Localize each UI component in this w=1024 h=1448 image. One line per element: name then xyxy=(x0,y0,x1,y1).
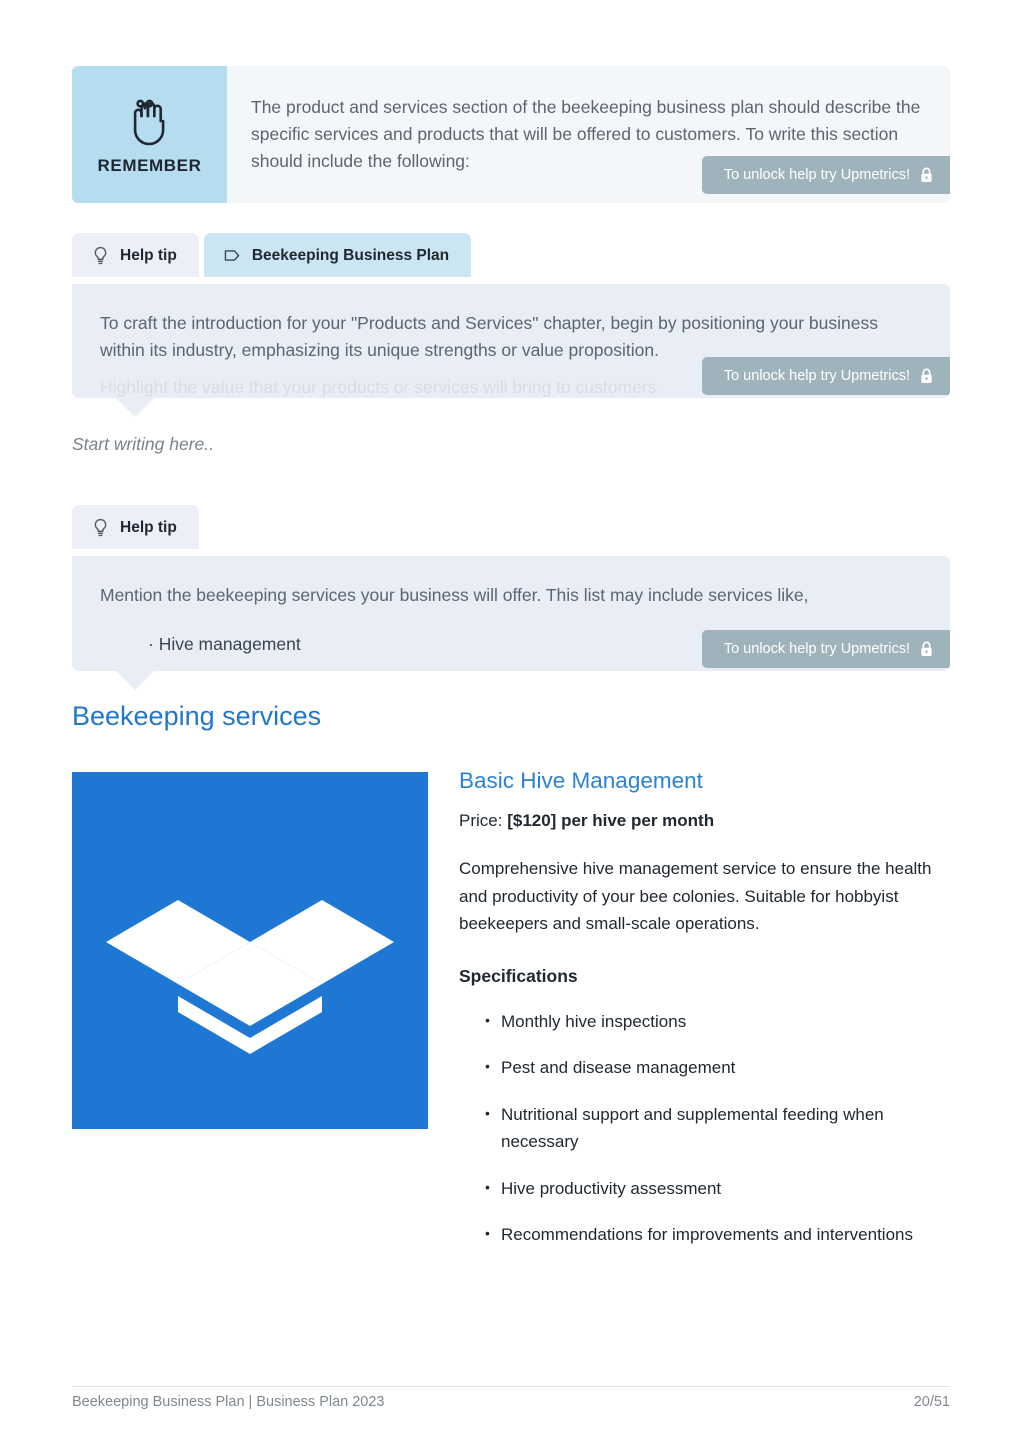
tag-icon xyxy=(224,250,240,261)
lock-icon xyxy=(921,641,932,656)
document-page: REMEMBER The product and services sectio… xyxy=(0,0,1024,1448)
service-price-label: Price: xyxy=(459,811,503,830)
list-item: Monthly hive inspections xyxy=(485,1007,946,1036)
page-title: Beekeeping services xyxy=(72,701,322,731)
unlock-badge[interactable]: To unlock help try Upmetrics! xyxy=(701,156,950,194)
list-item: Pest and disease management xyxy=(485,1053,946,1082)
tip-one-panel: To craft the introduction for your "Prod… xyxy=(72,284,950,417)
unlock-badge[interactable]: To unlock help try Upmetrics! xyxy=(701,357,950,395)
tip-two-body-text: Mention the beekeeping services your bus… xyxy=(100,585,809,605)
service-image xyxy=(72,772,428,1129)
tip-two-panel: Mention the beekeeping services your bus… xyxy=(72,556,950,690)
specifications-heading: Specifications xyxy=(459,965,578,986)
tip-one-pointer xyxy=(116,398,154,417)
tab-beekeeping-business-plan[interactable]: Beekeeping Business Plan xyxy=(203,233,472,277)
remember-callout-label-panel: REMEMBER xyxy=(72,66,227,203)
tip-one-tab-row: Help tip Beekeeping Business Plan xyxy=(72,233,472,277)
lock-icon xyxy=(921,368,932,383)
list-item: Recommendations for improvements and int… xyxy=(485,1220,946,1249)
hand-reminder-string-icon xyxy=(133,99,164,145)
unlock-badge[interactable]: To unlock help try Upmetrics! xyxy=(701,630,950,668)
tip-two-pointer xyxy=(116,671,154,690)
list-item: Hive productivity assessment xyxy=(485,1174,946,1203)
footer-divider xyxy=(72,1386,950,1387)
service-price-value: [$120] per hive per month xyxy=(507,811,715,830)
tab-help-tip[interactable]: Help tip xyxy=(72,233,199,277)
tip-two-tab-row: Help tip xyxy=(72,505,199,549)
footer: Beekeeping Business Plan | Business Plan… xyxy=(72,1394,950,1410)
remember-callout-body-panel: The product and services section of the … xyxy=(227,66,950,203)
remember-callout: REMEMBER The product and services sectio… xyxy=(72,66,950,203)
start-writing-placeholder[interactable]: Start writing here.. xyxy=(72,434,214,455)
footer-page-number: 20/51 xyxy=(913,1394,950,1410)
tab-help-tip-label: Help tip xyxy=(120,246,177,264)
tab-help-tip[interactable]: Help tip xyxy=(72,505,199,549)
lock-icon xyxy=(921,167,932,182)
specifications-list: Monthly hive inspections Pest and diseas… xyxy=(459,1007,946,1249)
service-description: Comprehensive hive management service to… xyxy=(459,859,932,933)
footer-document-title: Beekeeping Business Plan | Business Plan… xyxy=(72,1394,385,1410)
tab-help-tip-label: Help tip xyxy=(120,518,177,536)
remember-label: REMEMBER xyxy=(97,155,202,175)
service-title: Basic Hive Management xyxy=(459,768,703,793)
unlock-badge-label: To unlock help try Upmetrics! xyxy=(723,167,910,183)
tip-one-body-text: To craft the introduction for your "Prod… xyxy=(100,313,878,360)
unlock-badge-label: To unlock help try Upmetrics! xyxy=(723,641,910,657)
list-item: Nutritional support and supplemental fee… xyxy=(485,1100,946,1156)
tab-beekeeping-business-plan-label: Beekeeping Business Plan xyxy=(251,246,450,264)
unlock-badge-label: To unlock help try Upmetrics! xyxy=(723,368,910,384)
service-price-row: Price: [$120] per hive per month xyxy=(459,811,946,831)
lightbulb-icon xyxy=(94,246,107,265)
service-details: Basic Hive Management Price: [$120] per … xyxy=(459,768,946,1268)
dropbox-logo-icon xyxy=(72,772,428,1129)
lightbulb-icon xyxy=(94,518,107,537)
